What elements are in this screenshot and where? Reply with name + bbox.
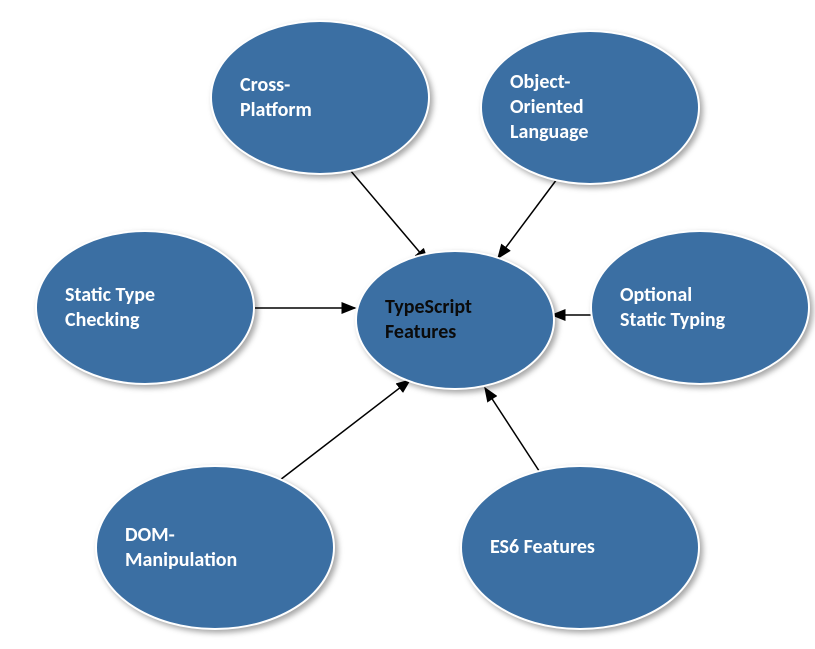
node-center-typescript-features: TypeScript Features xyxy=(355,250,555,390)
node-label: Static Type Checking xyxy=(65,283,155,333)
arrow-es6-features xyxy=(485,388,545,480)
node-label: DOM- Manipulation xyxy=(125,523,237,573)
node-es6-features: ES6 Features xyxy=(460,465,700,630)
node-optional-static-typing: Optional Static Typing xyxy=(590,230,810,385)
node-static-type-checking: Static Type Checking xyxy=(35,230,255,385)
arrow-dom-manipulation xyxy=(280,380,410,480)
node-dom-manipulation: DOM- Manipulation xyxy=(95,465,335,630)
node-cross-platform: Cross- Platform xyxy=(210,20,430,175)
node-label: Cross- Platform xyxy=(240,73,312,123)
node-label: ES6 Features xyxy=(490,535,595,560)
arrow-cross-platform xyxy=(350,170,428,262)
node-label: TypeScript Features xyxy=(385,295,472,345)
diagram-stage: Cross- Platform Object- Oriented Languag… xyxy=(0,0,815,649)
node-label: Optional Static Typing xyxy=(620,283,725,333)
node-label: Object- Oriented Language xyxy=(510,70,589,145)
node-object-oriented: Object- Oriented Language xyxy=(480,30,700,185)
arrow-object-oriented xyxy=(498,175,560,258)
